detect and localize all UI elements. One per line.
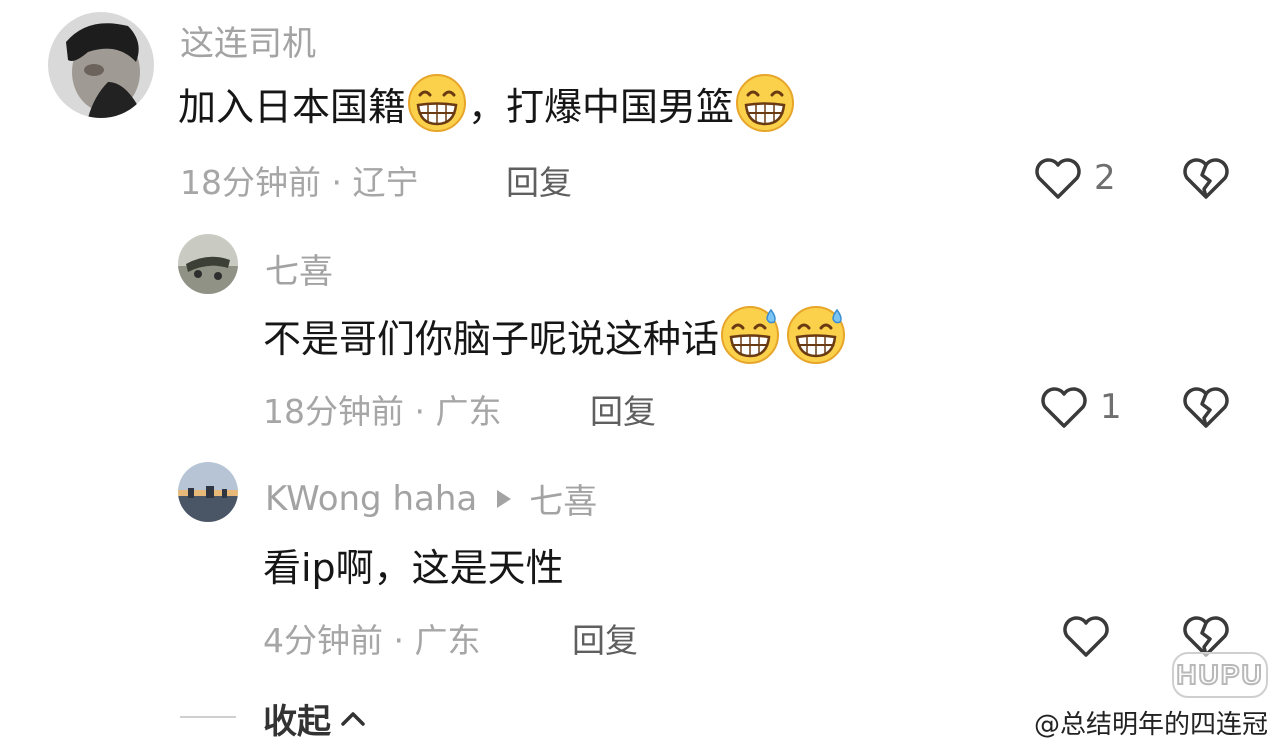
avatar[interactable]: [178, 462, 238, 522]
comment-username[interactable]: 七喜: [265, 244, 333, 293]
grin-emoji: [406, 72, 468, 134]
dislike-button[interactable]: [1182, 156, 1230, 204]
comment-location: 广东: [435, 392, 502, 431]
comment-meta: 4分钟前 · 广东: [263, 614, 481, 662]
comment-text: 加入日本国籍 ，打爆中国男篮: [178, 70, 796, 136]
comment-time: 18分钟前: [263, 392, 404, 431]
heart-icon: [1035, 158, 1081, 199]
comment-username-line: KWong haha 七喜: [265, 474, 597, 523]
comment-time: 18分钟前: [180, 163, 321, 202]
collapse-divider: [180, 716, 236, 718]
sweat-grin-emoji: [785, 304, 847, 366]
broken-heart-icon: [1183, 158, 1229, 199]
reply-button[interactable]: 回复: [590, 385, 656, 433]
like-button[interactable]: 1: [1040, 385, 1122, 429]
dislike-button[interactable]: [1182, 385, 1230, 433]
reply-to-username[interactable]: 七喜: [529, 474, 597, 523]
like-count: 2: [1094, 158, 1116, 198]
collapse-label: 收起: [263, 702, 331, 742]
watermark-handle: @总结明年的四连冠: [1034, 710, 1269, 740]
grin-emoji: [734, 72, 796, 134]
like-button[interactable]: [1062, 614, 1122, 658]
comment-location: 辽宁: [352, 163, 419, 202]
reply-button[interactable]: 回复: [506, 156, 572, 204]
comment-username[interactable]: KWong haha: [265, 479, 477, 519]
comment-text: 看ip啊，这是天性: [263, 545, 564, 590]
broken-heart-icon: [1183, 387, 1229, 428]
comment-time: 4分钟前: [263, 621, 383, 660]
sweat-grin-emoji: [719, 304, 781, 366]
hupu-watermark-logo: HUPU: [1172, 652, 1268, 698]
hupu-logo-text: HUPU: [1175, 658, 1264, 691]
heart-icon: [1063, 616, 1109, 657]
comment-text-part: 加入日本国籍: [178, 84, 407, 129]
comment-username[interactable]: 这连司机: [180, 16, 316, 65]
like-button[interactable]: 2: [1034, 156, 1116, 200]
heart-icon: [1041, 387, 1087, 428]
meta-separator: ·: [393, 621, 405, 660]
comment-meta: 18分钟前 · 广东: [263, 385, 502, 433]
meta-separator: ·: [414, 392, 426, 431]
comment-text: 不是哥们你脑子呢说这种话: [263, 302, 847, 368]
meta-separator: ·: [331, 163, 343, 202]
collapse-button[interactable]: 收起: [263, 694, 367, 743]
comment-text-part: ，打爆中国男篮: [468, 84, 735, 129]
reply-button[interactable]: 回复: [572, 614, 638, 662]
avatar[interactable]: [48, 12, 154, 118]
reply-arrow-icon: [497, 489, 512, 508]
chevron-up-icon: [341, 711, 365, 726]
avatar[interactable]: [178, 234, 238, 294]
comment-text-part: 不是哥们你脑子呢说这种话: [263, 316, 720, 361]
like-count: 1: [1100, 387, 1122, 427]
comment-meta: 18分钟前 · 辽宁: [180, 156, 419, 204]
comment-location: 广东: [414, 621, 481, 660]
